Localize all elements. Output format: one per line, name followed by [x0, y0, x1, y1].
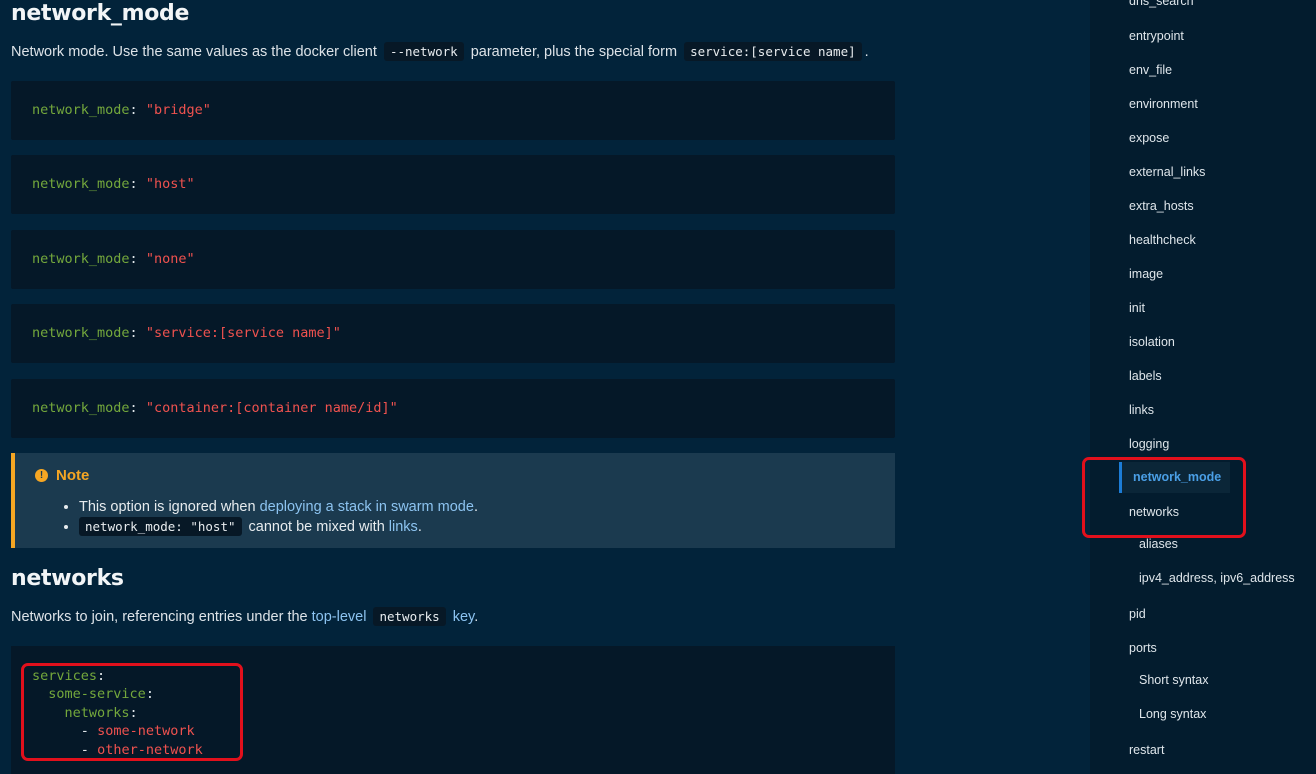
toc-item-extra-hosts[interactable]: extra_hosts — [1129, 199, 1194, 213]
networks-intro: Networks to join, referencing entries un… — [11, 607, 479, 626]
toc-item-dns-search[interactable]: dns_search — [1129, 0, 1194, 8]
toc-sidebar: dns_search entrypoint env_file environme… — [1090, 0, 1316, 774]
link-top-level[interactable]: top-level — [312, 609, 367, 625]
toc-item-image[interactable]: image — [1129, 267, 1163, 281]
network-mode-heading: network_mode — [11, 1, 190, 26]
note-title: Note — [56, 467, 90, 484]
note-item-host: network_mode: "host" cannot be mixed wit… — [79, 517, 478, 536]
network-mode-intro: Network mode. Use the same values as the… — [11, 42, 869, 61]
code-block-none: network_mode: "none" — [11, 230, 895, 289]
inline-code-network: --network — [383, 42, 464, 61]
toc-item-pid[interactable]: pid — [1129, 607, 1146, 621]
toc-item-long-syntax[interactable]: Long syntax — [1139, 707, 1206, 721]
note-list: This option is ignored when deploying a … — [79, 499, 478, 539]
inline-code-service-form: service:[service name] — [684, 42, 862, 61]
link-links[interactable]: links — [389, 519, 418, 535]
toc-item-environment[interactable]: environment — [1129, 97, 1198, 111]
code-block-container: network_mode: "container:[container name… — [11, 379, 895, 438]
toc-item-ipv4-ipv6[interactable]: ipv4_address, ipv6_address — [1139, 571, 1295, 585]
note-header: ! Note — [35, 467, 89, 484]
inline-code-networks: networks — [373, 607, 446, 626]
exclamation-icon: ! — [35, 469, 48, 482]
toc-item-restart[interactable]: restart — [1129, 743, 1164, 757]
networks-heading: networks — [11, 566, 124, 591]
toc-item-aliases[interactable]: aliases — [1139, 537, 1178, 551]
code-block-host: network_mode: "host" — [11, 155, 895, 214]
main-content: network_mode Network mode. Use the same … — [0, 0, 1090, 774]
toc-item-expose[interactable]: expose — [1129, 131, 1169, 145]
note-callout: ! Note This option is ignored when deplo… — [11, 453, 895, 548]
toc-item-entrypoint[interactable]: entrypoint — [1129, 29, 1184, 43]
toc-item-labels[interactable]: labels — [1129, 369, 1162, 383]
toc-item-external-links[interactable]: external_links — [1129, 165, 1205, 179]
highlight-box-toc — [1082, 457, 1246, 538]
link-key[interactable]: key — [453, 609, 475, 625]
link-deploying-stack[interactable]: deploying a stack in swarm mode — [260, 499, 474, 515]
toc-item-env-file[interactable]: env_file — [1129, 63, 1172, 77]
code-block-service: network_mode: "service:[service name]" — [11, 304, 895, 363]
toc-item-init[interactable]: init — [1129, 301, 1145, 315]
highlight-box-code — [21, 663, 243, 761]
toc-item-healthcheck[interactable]: healthcheck — [1129, 233, 1196, 247]
toc-item-links[interactable]: links — [1129, 403, 1154, 417]
note-item-swarm: This option is ignored when deploying a … — [79, 499, 478, 515]
toc-item-logging[interactable]: logging — [1129, 437, 1169, 451]
code-block-bridge: network_mode: "bridge" — [11, 81, 895, 140]
toc-item-isolation[interactable]: isolation — [1129, 335, 1175, 349]
toc-item-ports[interactable]: ports — [1129, 641, 1157, 655]
inline-code-network-mode-host: network_mode: "host" — [79, 517, 242, 536]
toc-item-short-syntax[interactable]: Short syntax — [1139, 673, 1208, 687]
